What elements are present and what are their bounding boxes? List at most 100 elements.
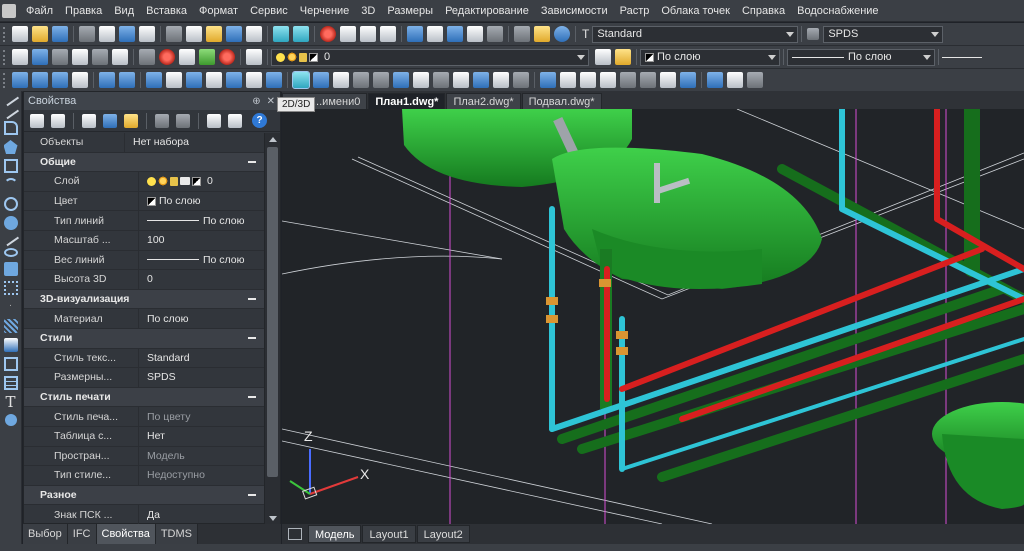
lineweight-preview[interactable] <box>942 56 982 58</box>
network-icon[interactable] <box>266 72 282 88</box>
trim-icon[interactable] <box>413 72 429 88</box>
menu-draw[interactable]: Черчение <box>294 5 356 17</box>
quick-select-icon[interactable] <box>51 113 65 128</box>
tab-tdms[interactable]: TDMS <box>155 524 198 544</box>
copy-properties-icon[interactable] <box>155 113 169 128</box>
level-mark-icon[interactable] <box>600 72 616 88</box>
quick-select-icon[interactable] <box>139 49 155 65</box>
point-icon[interactable]: · <box>4 300 18 314</box>
tab-ifc[interactable]: IFC <box>67 524 97 544</box>
linetype-combo[interactable]: По слою <box>787 48 935 66</box>
menu-service[interactable]: Сервис <box>244 5 294 17</box>
measure-icon[interactable] <box>514 26 530 42</box>
named-views-icon[interactable] <box>72 72 88 88</box>
pipe-icon[interactable] <box>146 72 162 88</box>
panel-titlebar[interactable]: Свойства ⊕ ✕ <box>24 92 280 110</box>
scroll-thumb[interactable] <box>267 147 278 477</box>
tab-selection[interactable]: Выбор <box>23 524 68 544</box>
select-circle-icon[interactable] <box>72 49 88 65</box>
layer-states-icon[interactable] <box>119 72 135 88</box>
leader-icon[interactable] <box>620 72 636 88</box>
arc-icon[interactable] <box>3 178 18 192</box>
report-icon[interactable] <box>707 72 723 88</box>
toolbar-grip[interactable] <box>3 26 7 42</box>
make-current-icon[interactable] <box>615 49 631 65</box>
property-row-space[interactable]: Простран... Модель <box>24 446 264 467</box>
collapse-icon[interactable] <box>248 337 256 340</box>
polyline-tool-icon[interactable] <box>373 72 389 88</box>
spec-icon[interactable] <box>560 72 576 88</box>
orbit-3d-icon[interactable] <box>313 72 329 88</box>
text-style-combo[interactable]: Standard <box>592 25 799 43</box>
tab-layout2[interactable]: Layout2 <box>416 525 470 543</box>
menu-point-clouds[interactable]: Облака точек <box>655 5 736 17</box>
tab-layout1[interactable]: Layout1 <box>362 525 416 543</box>
doc-tab-plan2[interactable]: План2.dwg* <box>446 93 521 109</box>
property-row-height3d[interactable]: Высота 3D 0 <box>24 270 264 290</box>
category-general[interactable]: Общие <box>24 152 264 173</box>
export-icon[interactable] <box>228 113 242 128</box>
doc-tab-basement[interactable]: Подвал.dwg* <box>521 93 602 109</box>
toggle-2d3d-icon[interactable] <box>292 71 310 89</box>
property-row-dim-style[interactable]: Размерны... SPDS <box>24 368 264 388</box>
menu-dimensions[interactable]: Размеры <box>381 5 439 17</box>
layers-icon[interactable] <box>99 72 115 88</box>
category-misc[interactable]: Разное <box>24 485 264 506</box>
property-row-scale[interactable]: Масштаб ... 100 <box>24 230 264 251</box>
scroll-up-icon[interactable] <box>269 137 277 142</box>
select-fence-icon[interactable] <box>92 49 108 65</box>
render-icon[interactable] <box>320 26 336 42</box>
dimension-icon[interactable] <box>660 72 676 88</box>
collapse-icon[interactable] <box>248 160 256 163</box>
tab-properties[interactable]: Свойства <box>96 524 156 544</box>
match-properties-icon[interactable] <box>226 26 242 42</box>
menu-file[interactable]: Файл <box>20 5 59 17</box>
zoom-window-icon[interactable] <box>380 26 396 42</box>
deselect-icon[interactable] <box>159 49 175 65</box>
break-icon[interactable] <box>453 72 469 88</box>
close-icon[interactable]: ✕ <box>267 96 275 107</box>
polyline-icon[interactable] <box>3 121 18 135</box>
redo-icon[interactable] <box>293 26 309 42</box>
property-row-linetype[interactable]: Тип линий По слою <box>24 211 264 231</box>
panel-scrollbar[interactable] <box>264 133 280 525</box>
undo-icon[interactable] <box>273 26 289 42</box>
layer-previous-icon[interactable] <box>595 49 611 65</box>
pin-icon[interactable]: ⊕ <box>252 96 260 107</box>
category-styles[interactable]: Стили <box>24 328 264 349</box>
paste-properties-icon[interactable] <box>176 113 190 128</box>
menu-edit[interactable]: Правка <box>59 5 108 17</box>
equipment-icon[interactable] <box>206 72 222 88</box>
group-icon[interactable] <box>179 49 195 65</box>
layout-menu-icon[interactable] <box>288 528 302 540</box>
menu-view[interactable]: Вид <box>108 5 140 17</box>
menu-water-supply[interactable]: Водоснабжение <box>791 5 884 17</box>
select-icon[interactable] <box>12 49 28 65</box>
view-icon[interactable] <box>12 72 28 88</box>
menu-raster[interactable]: Растр <box>614 5 656 17</box>
fitting-icon[interactable] <box>166 72 182 88</box>
view-manager-icon[interactable] <box>32 72 48 88</box>
mtext-icon[interactable]: T <box>4 395 18 410</box>
valve-icon[interactable] <box>186 72 202 88</box>
property-row-objects[interactable]: Объекты Нет набора <box>24 133 264 153</box>
color-combo[interactable]: По слою <box>640 48 780 66</box>
menu-modify[interactable]: Редактирование <box>439 5 535 17</box>
line-tool-icon[interactable] <box>353 72 369 88</box>
hatch-icon[interactable] <box>3 319 18 333</box>
select-all-icon[interactable] <box>112 49 128 65</box>
menu-3d[interactable]: 3D <box>355 5 381 17</box>
revision-cloud-icon[interactable] <box>3 216 18 230</box>
save-icon[interactable] <box>52 26 68 42</box>
pan-icon[interactable] <box>333 72 349 88</box>
markup-icon[interactable] <box>487 26 503 42</box>
riser-icon[interactable] <box>246 72 262 88</box>
property-row-plot-table[interactable]: Таблица с... Нет <box>24 426 264 447</box>
spline-icon[interactable] <box>2 231 19 247</box>
annotation-icon[interactable] <box>640 72 656 88</box>
toggle-pickadd-icon[interactable] <box>82 113 96 128</box>
calculator-icon[interactable] <box>467 26 483 42</box>
select-objects-icon[interactable] <box>30 113 44 128</box>
print-preview-icon[interactable] <box>99 26 115 42</box>
paste-icon[interactable] <box>206 26 222 42</box>
